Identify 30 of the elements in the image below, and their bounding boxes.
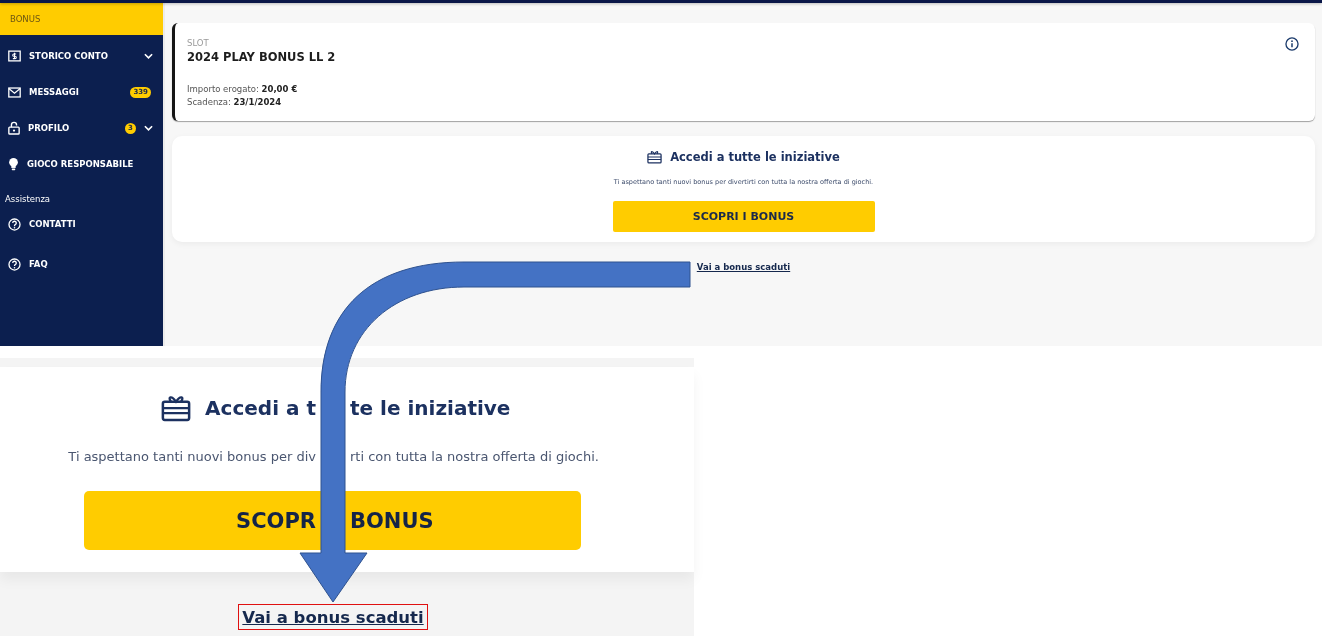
sidebar-item[interactable]: CONTATTI	[0, 208, 163, 240]
bonus-detail: Importo erogato: 20,00 €	[187, 83, 299, 96]
help-icon	[8, 257, 21, 271]
expired-bonus-link[interactable]: Vai a bonus scaduti	[696, 262, 791, 272]
discover-bonus-button[interactable]: SCOPRI I BONUS	[612, 201, 875, 232]
mail-icon	[8, 86, 21, 98]
section-title: Assistenza	[4, 193, 52, 206]
promo-text: Ti aspettano tanti nuovi bonus per div	[68, 448, 316, 464]
chevron-down-icon	[144, 53, 153, 59]
sidebar-item[interactable]: BONUS	[0, 3, 163, 35]
bonus-title: 2024 PLAY BONUS LL 2	[187, 49, 337, 65]
help-icon	[8, 217, 21, 231]
bonus-category: SLOT	[187, 37, 210, 49]
padlock-icon	[8, 121, 20, 135]
sidebar-item[interactable]: GIOCO RESPONSABILE	[0, 146, 163, 182]
sidebar-item[interactable]: STORICO CONTO	[0, 38, 163, 74]
lightbulb-icon	[8, 157, 19, 171]
promo-text: rti con tutta la nostra offerta di giochi.	[350, 448, 599, 464]
heading-text: te le iniziative	[350, 396, 511, 420]
gift-icon	[161, 394, 192, 422]
gift-icon	[647, 150, 663, 164]
dollar-icon	[8, 50, 21, 62]
chevron-down-icon	[144, 125, 153, 131]
bonus-detail: Scadenza: 23/1/2024	[187, 96, 283, 109]
promo-title: Accedi a tutte le iniziative	[670, 150, 840, 164]
info-icon[interactable]	[1285, 37, 1299, 51]
expired-bonus-link[interactable]: Vai a bonus scaduti	[242, 607, 424, 627]
heading-text: Accedi a t	[205, 396, 316, 420]
discover-bonus-button[interactable]: SCOPR BONUS	[84, 491, 581, 550]
sidebar-item[interactable]: FAQ	[0, 246, 163, 282]
